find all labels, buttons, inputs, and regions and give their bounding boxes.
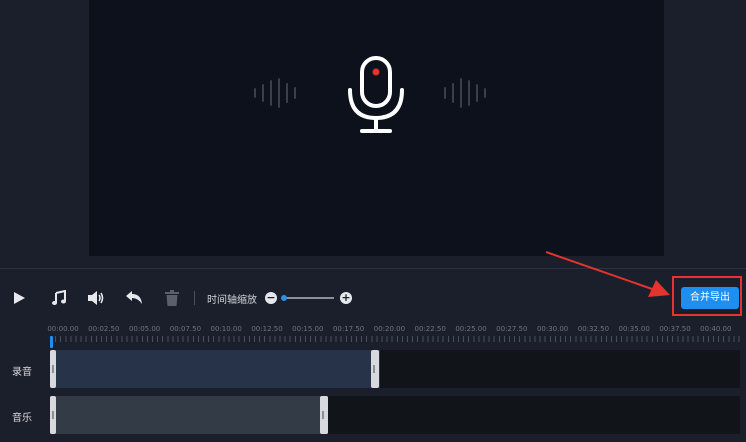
music-clip[interactable] <box>50 396 328 434</box>
ruler-tick-label: 00:12.50 <box>251 325 283 333</box>
toolbar: 时间轴缩放 − + <box>0 278 746 318</box>
voice-clip-right-handle[interactable] <box>371 350 379 388</box>
ruler-tick-label: 00:37.50 <box>659 325 691 333</box>
ruler-tick-label: 00:20.00 <box>373 325 406 333</box>
ruler-tick-label: 00:15.00 <box>292 325 324 333</box>
ruler-tick-label: 00:35.00 <box>618 325 650 333</box>
ruler-tick-label: 00:30.00 <box>536 325 569 333</box>
toolbar-separator <box>194 291 195 305</box>
ruler-tick-label: 00:05.00 <box>128 325 161 333</box>
zoom-label: 时间轴缩放 <box>207 295 257 306</box>
ruler-tick-label: 00:17.50 <box>332 325 365 333</box>
merge-export-button[interactable]: 合并导出 <box>681 287 739 309</box>
panel-divider <box>0 268 746 269</box>
voice-track[interactable] <box>50 350 740 388</box>
voice-clip[interactable] <box>50 350 380 388</box>
music-clip-left-handle[interactable] <box>50 396 56 434</box>
ruler-tick-label: 00:10.00 <box>210 325 242 333</box>
zoom-out-button[interactable]: − <box>265 292 277 304</box>
ruler-tick-label: 00:40.00 <box>700 325 732 333</box>
ruler-tick-label: 00:32.50 <box>577 325 610 333</box>
timeline-ruler[interactable]: 00:00.00 00:02.50 00:05.00 00:07.50 00:10.00… <box>0 320 746 344</box>
music-track[interactable] <box>50 396 740 434</box>
ruler-tick-label: 00:00.00 <box>47 325 79 333</box>
voice-clip-left-handle[interactable] <box>50 350 56 388</box>
zoom-in-button[interactable]: + <box>340 292 352 304</box>
track-label-music: 音乐 <box>12 413 32 424</box>
music-clip-right-handle[interactable] <box>320 396 328 434</box>
waveform-left-icon <box>254 78 296 108</box>
ruler-tick-label: 00:07.50 <box>169 325 202 333</box>
preview-area <box>0 0 746 268</box>
ruler-tick-label: 00:27.50 <box>496 325 528 333</box>
microphone-icon <box>348 56 404 133</box>
add-music-button[interactable] <box>49 288 69 308</box>
playhead[interactable] <box>50 336 53 348</box>
volume-icon <box>88 291 104 305</box>
undo-icon <box>126 291 142 304</box>
ruler-ticks <box>50 336 740 342</box>
music-note-icon <box>52 290 66 305</box>
volume-button[interactable] <box>86 288 106 308</box>
play-button[interactable] <box>9 288 29 308</box>
delete-button[interactable] <box>162 288 182 308</box>
ruler-tick-label: 00:22.50 <box>414 325 446 333</box>
ruler-tick-label: 00:02.50 <box>88 325 120 333</box>
zoom-slider-thumb[interactable] <box>281 295 287 301</box>
undo-button[interactable] <box>124 288 144 308</box>
track-label-voice: 录音 <box>12 367 32 378</box>
trash-icon <box>165 290 179 306</box>
ruler-tick-label: 00:25.00 <box>455 325 487 333</box>
play-icon <box>14 292 25 304</box>
zoom-slider-track[interactable] <box>282 297 334 299</box>
waveform-right-icon <box>444 78 486 108</box>
